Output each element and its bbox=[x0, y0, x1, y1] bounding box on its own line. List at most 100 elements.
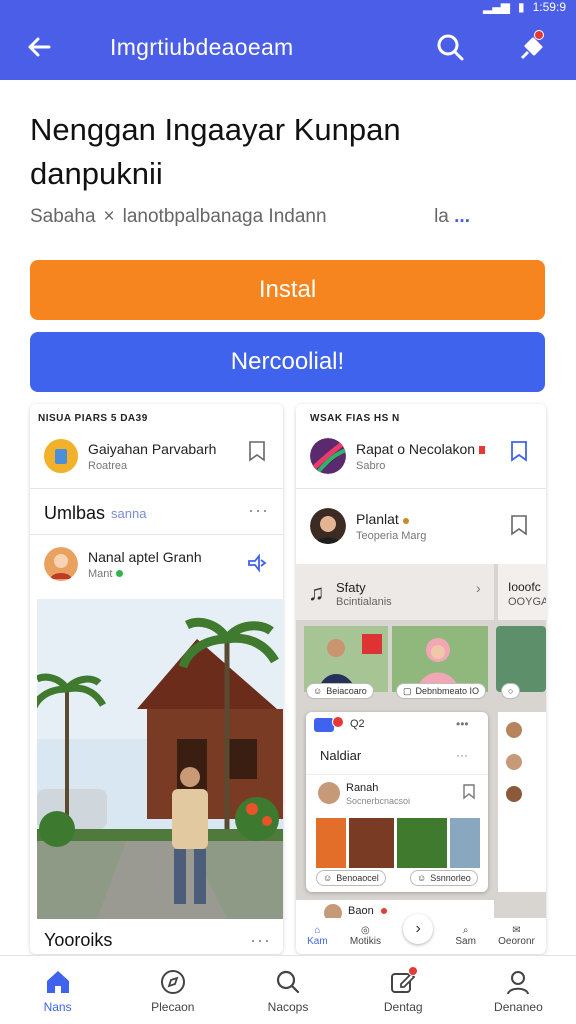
avatar bbox=[506, 722, 522, 738]
more-icon[interactable]: ··· bbox=[456, 748, 468, 762]
chip-right-text: Debnbmeato IO bbox=[415, 686, 480, 696]
subtitle-more-text: la bbox=[434, 206, 449, 227]
video-thumbnail-3[interactable] bbox=[496, 626, 546, 692]
chevron-right-icon[interactable]: › bbox=[476, 580, 481, 596]
mini-nav-item-2[interactable]: ◎ Motikis bbox=[350, 925, 381, 947]
nav-item-explore[interactable]: Plecaon bbox=[115, 956, 230, 1024]
popup-card: Q2 ••• Naldiar ··· Ranah Socnerbcnacsoi … bbox=[306, 712, 488, 892]
nav-item-profile[interactable]: Denaneo bbox=[461, 956, 576, 1024]
avatar bbox=[44, 439, 78, 473]
mini-nav-item-3[interactable]: ⌕ Sam bbox=[455, 925, 476, 947]
left-card-item-1[interactable]: Gaiyahan Parvabarh Roatrea bbox=[30, 432, 283, 480]
circle-icon: ○ bbox=[508, 686, 514, 696]
popup-image-1 bbox=[316, 818, 346, 868]
side-list bbox=[498, 712, 546, 892]
search-icon[interactable] bbox=[430, 28, 470, 68]
chevron-right-icon[interactable]: › bbox=[403, 914, 434, 944]
chip-side[interactable]: ○ bbox=[501, 683, 521, 699]
tab-badge bbox=[332, 716, 344, 728]
popup-chip-right[interactable]: ☺ Ssnnorleo bbox=[410, 870, 478, 886]
home-icon: ⌂ bbox=[314, 925, 321, 936]
mini-nav-item-4[interactable]: ✉ Oeoronr bbox=[498, 925, 535, 947]
left-card-section-header: Umlbas sanna bbox=[30, 498, 283, 528]
popup-chip-left-text: Benoaocel bbox=[336, 873, 379, 883]
gallery-icon: ▢ bbox=[403, 685, 412, 696]
avatar bbox=[310, 438, 346, 474]
compass-icon bbox=[160, 970, 185, 994]
mini-nav-item-4-label: Oeoronr bbox=[498, 936, 535, 947]
nav-item-search[interactable]: Nacops bbox=[230, 956, 345, 1024]
left-card-footer: Yooroiks bbox=[30, 926, 283, 954]
search-icon bbox=[276, 970, 300, 994]
online-dot bbox=[115, 569, 123, 577]
right-item-2-title-text: Planlat bbox=[356, 510, 399, 527]
nav-item-create[interactable]: Dentag bbox=[346, 956, 461, 1024]
install-button[interactable]: Instal bbox=[30, 260, 545, 320]
right-item-2-subtitle: Teoperia Marg bbox=[356, 529, 427, 542]
popup-image-strip[interactable] bbox=[316, 818, 481, 868]
nav-item-profile-label: Denaneo bbox=[494, 1000, 543, 1014]
page-title-line2: danpuknii bbox=[30, 156, 163, 191]
story-side-title: Iooofc bbox=[508, 580, 541, 594]
bottom-navigation: Nans Plecaon Nacops Dentag Denaneo bbox=[0, 955, 576, 1024]
share-icon[interactable] bbox=[246, 552, 268, 579]
nav-item-home-label: Nans bbox=[43, 1000, 72, 1014]
popup-chip-right-text: Ssnnorleo bbox=[430, 873, 471, 883]
secondary-button[interactable]: Nercoolial! bbox=[30, 332, 545, 392]
more-icon[interactable]: ••• bbox=[456, 717, 469, 731]
bookmark-icon[interactable] bbox=[462, 784, 476, 805]
status-dot bbox=[402, 517, 409, 524]
chip-left[interactable]: ☺ Beiacoaro bbox=[306, 683, 374, 699]
subtitle-separator: × bbox=[103, 206, 115, 227]
story-header[interactable]: ♫ Sfaty Bcintialanis › bbox=[296, 564, 494, 620]
right-card-caption: WSAK FIAS HS N bbox=[310, 413, 400, 424]
popup-image-4 bbox=[450, 818, 481, 868]
live-dot bbox=[380, 907, 388, 915]
bookmark-icon[interactable] bbox=[510, 440, 528, 462]
left-item-1-subtitle: Roatrea bbox=[88, 459, 128, 472]
left-item-2-title: Nanal aptel Granh bbox=[88, 548, 202, 565]
avatar bbox=[44, 547, 78, 581]
more-icon[interactable]: ··· bbox=[248, 500, 269, 521]
mini-nav: ⌂ Kam ◎ Motikis › ⌕ Sam ✉ Oeoronr bbox=[296, 914, 546, 954]
popup-chip-left[interactable]: ☺ Benoaocel bbox=[316, 870, 386, 886]
mini-nav-item-1[interactable]: ⌂ Kam bbox=[307, 925, 328, 947]
avatar bbox=[506, 786, 522, 802]
divider bbox=[30, 534, 283, 535]
post-photo[interactable] bbox=[30, 599, 283, 919]
right-item-1-title-text: Rapat o Necolakon bbox=[356, 440, 476, 457]
mini-nav-item-1-label: Kam bbox=[307, 936, 328, 947]
story-section: ♫ Sfaty Bcintialanis › Iooofc OOYGA ☺ Bei… bbox=[296, 564, 546, 954]
notification-badge bbox=[534, 30, 544, 40]
chip-right[interactable]: ▢ Debnbmeato IO bbox=[396, 683, 487, 699]
home-icon bbox=[46, 971, 69, 993]
emoji-icon: ☺ bbox=[313, 686, 323, 696]
bookmark-icon[interactable] bbox=[248, 440, 266, 462]
right-item-2-title: Planlat bbox=[356, 511, 426, 527]
left-feed-card: NISUA PIARS 5 DA39 Gaiyahan Parvabarh Ro… bbox=[30, 404, 283, 954]
left-item-2-subtitle: Mant bbox=[88, 568, 202, 580]
subtitle-left: Sabaha bbox=[30, 206, 96, 227]
avatar bbox=[506, 754, 522, 770]
more-icon[interactable]: ··· bbox=[250, 930, 271, 951]
popup-item-title: Ranah bbox=[346, 782, 379, 794]
nav-item-home[interactable]: Nans bbox=[0, 956, 115, 1024]
divider bbox=[30, 488, 283, 489]
battery-icon: ▮ bbox=[518, 0, 525, 14]
nav-item-explore-label: Plecaon bbox=[151, 1000, 195, 1014]
tab-icon[interactable] bbox=[314, 718, 334, 732]
right-feed-card: WSAK FIAS HS N Rapat o Necolakon Sabro P… bbox=[296, 404, 546, 954]
avatar bbox=[318, 782, 340, 804]
right-card-item-2[interactable]: Planlat Teoperia Marg bbox=[296, 502, 546, 550]
bookmark-icon[interactable] bbox=[510, 514, 528, 536]
smile-icon: ☺ bbox=[323, 873, 333, 883]
left-item-1-title: Gaiyahan Parvabarh bbox=[88, 440, 217, 457]
arrow-left-icon[interactable] bbox=[16, 24, 62, 70]
left-footer-title: Yooroiks bbox=[44, 929, 113, 950]
pin-icon[interactable] bbox=[510, 28, 550, 68]
notification-badge bbox=[407, 966, 418, 976]
subtitle-more-link[interactable]: la ... bbox=[434, 206, 470, 228]
right-card-item-1[interactable]: Rapat o Necolakon Sabro bbox=[296, 432, 546, 480]
right-item-1-title: Rapat o Necolakon bbox=[356, 441, 485, 457]
popup-tab-label: Q2 bbox=[350, 718, 365, 730]
